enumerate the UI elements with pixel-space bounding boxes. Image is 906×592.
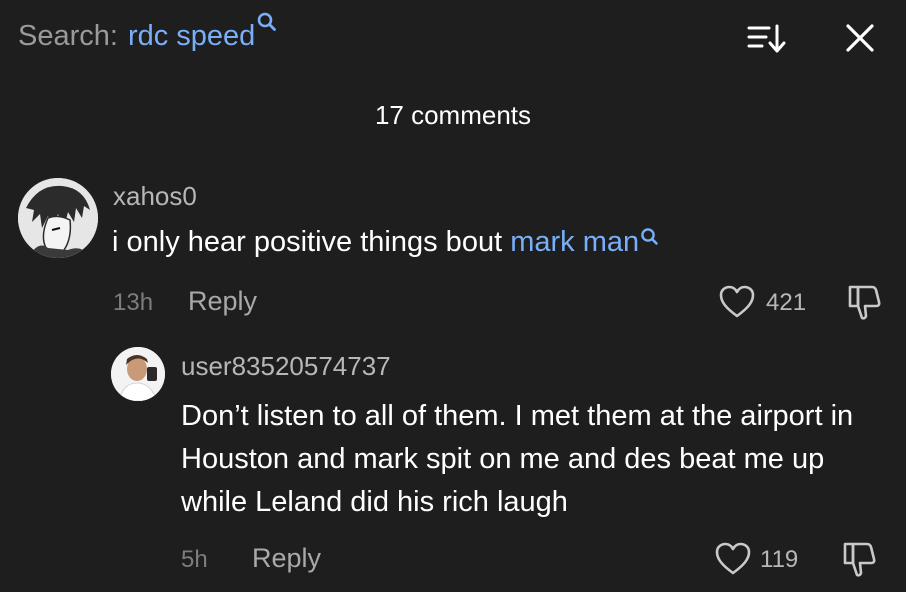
search-icon[interactable] (640, 227, 659, 248)
comment-time: 5h (181, 546, 208, 573)
comment-time: 13h (113, 289, 154, 316)
like-count: 119 (760, 546, 799, 573)
search-header: Search: rdc speed (18, 12, 277, 56)
like-count: 421 (766, 289, 807, 316)
heart-icon[interactable] (714, 541, 752, 577)
thumbs-down-icon[interactable] (846, 282, 884, 322)
mention-link[interactable]: mark man (510, 226, 659, 258)
search-icon[interactable] (257, 12, 277, 34)
comment-text: i only hear positive things bout mark ma… (112, 226, 659, 259)
comments-count: 17 comments (374, 100, 532, 130)
comment-text: Don’t listen to all of them. I met them … (181, 400, 854, 518)
reply-button[interactable]: Reply (252, 543, 321, 574)
like-button[interactable] (718, 284, 756, 320)
comment-text-plain: i only hear positive things bout (112, 226, 511, 258)
reply-button[interactable]: Reply (188, 286, 257, 317)
comments-panel: Search: rdc speed 17 comments xahos0 i o… (0, 0, 906, 592)
search-prefix: Search: (18, 19, 118, 52)
thumbs-down-icon[interactable] (841, 539, 879, 579)
dislike-button[interactable] (846, 282, 884, 322)
search-term-link[interactable]: rdc speed (128, 12, 277, 53)
mention-text[interactable]: mark man (510, 226, 639, 258)
avatar[interactable] (18, 178, 98, 258)
heart-icon[interactable] (718, 284, 756, 320)
close-button[interactable] (838, 18, 882, 58)
comment-username[interactable]: xahos0 (113, 181, 197, 212)
comment-username[interactable]: user83520574737 (181, 351, 391, 382)
search-term-text[interactable]: rdc speed (128, 20, 255, 52)
sort-down-icon[interactable] (744, 20, 788, 58)
dislike-button[interactable] (841, 539, 879, 579)
close-icon[interactable] (838, 18, 882, 58)
avatar[interactable] (111, 347, 165, 401)
sort-button[interactable] (744, 20, 788, 58)
like-button[interactable] (714, 541, 752, 577)
